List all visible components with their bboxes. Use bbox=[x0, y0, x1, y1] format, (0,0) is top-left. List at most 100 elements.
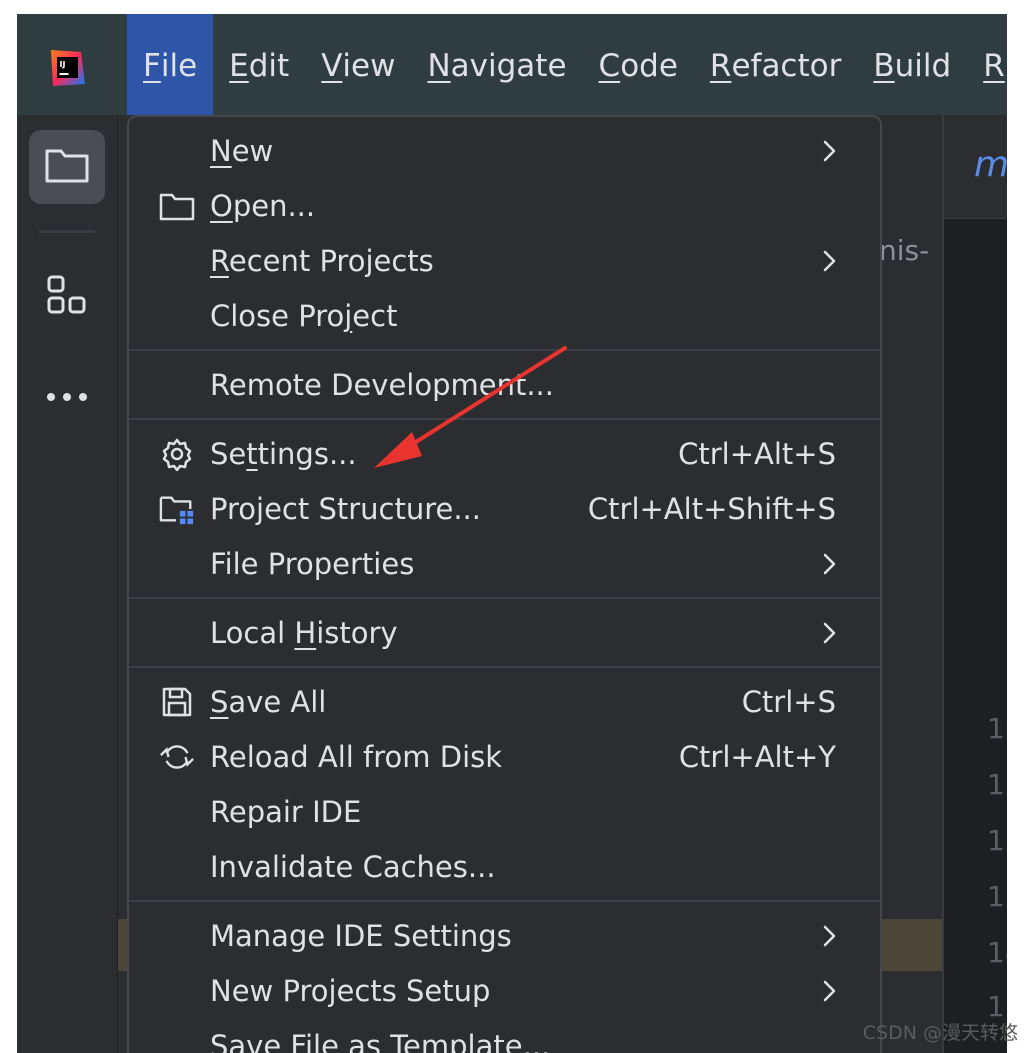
label-mnemonic: N bbox=[210, 133, 232, 168]
menu-item-repair-ide[interactable]: Repair IDE bbox=[129, 784, 880, 839]
tool-window-strip bbox=[17, 115, 118, 1053]
line-number: 14 bbox=[987, 936, 1007, 969]
label-prefix: Se bbox=[210, 436, 247, 471]
label-rest: istory bbox=[316, 615, 398, 650]
menu-navigate[interactable]: Navigate bbox=[411, 14, 582, 115]
menu-label-rest: u bbox=[1005, 48, 1007, 84]
more-dots-icon bbox=[45, 388, 89, 407]
chevron-right-icon bbox=[820, 977, 840, 1003]
menu-item-file-properties[interactable]: File Properties bbox=[129, 536, 880, 591]
folder-icon bbox=[159, 190, 195, 222]
watermark-text: CSDN @漫天转悠 bbox=[862, 1022, 1018, 1044]
more-tools-button[interactable] bbox=[43, 373, 91, 421]
menu-item-local-history[interactable]: Local History bbox=[129, 605, 880, 660]
label-prefix: Project Structure... bbox=[210, 491, 481, 526]
shortcut-label: Ctrl+S bbox=[741, 684, 836, 719]
menu-mnemonic: R bbox=[709, 47, 732, 84]
line-number: 11 bbox=[987, 768, 1007, 801]
menu-ru[interactable]: Ru bbox=[967, 14, 1007, 115]
project-tool-button[interactable] bbox=[29, 130, 105, 204]
menu-item-label: New Projects Setup bbox=[210, 974, 490, 1008]
editor-tab-label[interactable]: m bbox=[974, 144, 1007, 185]
menu-item-label: Settings... bbox=[210, 437, 357, 471]
menu-mnemonic: F bbox=[143, 47, 161, 84]
shortcut-label: Ctrl+Alt+S bbox=[678, 436, 836, 471]
menu-item-project-structure[interactable]: Project Structure... Ctrl+Alt+Shift+S bbox=[129, 481, 880, 536]
label-prefix: Reload All from Disk bbox=[210, 739, 503, 774]
chevron-right-icon bbox=[820, 247, 840, 273]
menu-item-label: Manage IDE Settings bbox=[210, 919, 512, 953]
menu-item-label: Repair IDE bbox=[210, 795, 361, 829]
label-prefix: Invalidate Caches... bbox=[210, 849, 496, 884]
label-prefix: Close Pro bbox=[210, 298, 345, 333]
menu-item-label: Open... bbox=[210, 189, 315, 223]
label-mnemonic: t bbox=[246, 436, 258, 471]
menu-item-save-file-as-template[interactable]: Save File as Template... bbox=[129, 1018, 880, 1053]
menu-build[interactable]: Build bbox=[857, 14, 967, 115]
intellij-logo-icon[interactable]: IJ bbox=[47, 48, 87, 88]
menu-file[interactable]: File bbox=[127, 14, 214, 115]
menu-group: New Open... Recent Projects Close Project bbox=[129, 117, 880, 351]
menu-item-open[interactable]: Open... bbox=[129, 178, 880, 233]
gear-icon bbox=[159, 438, 195, 471]
project-tree-text-fragment: nis- bbox=[879, 234, 930, 267]
label-mnemonic: a bbox=[475, 1028, 494, 1053]
ide-window: IJ File Edit View Navigate Code Refactor Build… bbox=[17, 14, 1007, 1053]
menu-group: Save All Ctrl+S Reload All from Disk Ctrl+A… bbox=[129, 668, 880, 902]
label-prefix: New Projects Setup bbox=[210, 973, 491, 1008]
menu-label-rest: ile bbox=[160, 47, 198, 84]
menu-item-label: Recent Projects bbox=[210, 244, 434, 278]
structure-tool-button[interactable] bbox=[43, 273, 91, 321]
main-menu-bar: IJ File Edit View Navigate Code Refactor Build… bbox=[17, 14, 1007, 115]
label-rest: ecent Projects bbox=[228, 243, 434, 278]
menu-mnemonic: E bbox=[229, 47, 249, 84]
save-icon bbox=[159, 686, 195, 718]
menu-code[interactable]: Code bbox=[583, 14, 694, 115]
chevron-right-icon bbox=[820, 619, 840, 645]
menu-items: FileEditViewNavigateCodeRefactorBuildRu bbox=[127, 14, 1007, 115]
menu-item-new-projects-setup[interactable]: New Projects Setup bbox=[129, 963, 880, 1018]
menu-mnemonic: V bbox=[321, 47, 343, 84]
shortcut-label: Ctrl+Alt+Shift+S bbox=[587, 491, 836, 526]
menu-label-rest: avigate bbox=[450, 47, 567, 84]
label-prefix: File Properties bbox=[210, 546, 415, 581]
chevron-right-icon bbox=[820, 550, 840, 576]
shortcut-label: Ctrl+Alt+Y bbox=[678, 739, 836, 774]
menu-item-label: Reload All from Disk bbox=[210, 740, 502, 774]
menu-item-save-all[interactable]: Save All Ctrl+S bbox=[129, 674, 880, 729]
menu-edit[interactable]: Edit bbox=[213, 14, 305, 115]
menu-item-label: Close Project bbox=[210, 299, 397, 333]
label-rest: pen... bbox=[232, 188, 316, 223]
menu-view[interactable]: View bbox=[305, 14, 411, 115]
menu-item-label: Invalidate Caches... bbox=[210, 850, 496, 884]
label-prefix: Repair IDE bbox=[210, 794, 362, 829]
menu-item-recent-projects[interactable]: Recent Projects bbox=[129, 233, 880, 288]
menu-mnemonic: N bbox=[427, 47, 451, 84]
menu-refactor[interactable]: Refactor bbox=[694, 14, 857, 115]
label-rest: tings... bbox=[257, 436, 357, 471]
tool-strip-divider bbox=[39, 230, 95, 233]
menu-item-new[interactable]: New bbox=[129, 123, 880, 178]
menu-item-label: Project Structure... bbox=[210, 492, 481, 526]
menu-label-rest: ode bbox=[620, 47, 678, 84]
label-prefix: Manage IDE Settings bbox=[210, 918, 512, 953]
label-mnemonic: R bbox=[210, 243, 229, 278]
menu-item-reload-all-from-disk[interactable]: Reload All from Disk Ctrl+Alt+Y bbox=[129, 729, 880, 784]
line-number: 12 bbox=[987, 824, 1007, 857]
label-prefix: Save File as Templ bbox=[210, 1028, 476, 1053]
chevron-right-icon bbox=[820, 137, 840, 163]
file-menu-dropdown: New Open... Recent Projects Close Project Re… bbox=[127, 115, 882, 1053]
menu-group: Manage IDE Settings New Projects Setup Sav… bbox=[129, 902, 880, 1053]
project-structure-icon bbox=[159, 493, 195, 525]
menu-item-invalidate-caches[interactable]: Invalidate Caches... bbox=[129, 839, 880, 894]
menu-item-close-project[interactable]: Close Project bbox=[129, 288, 880, 343]
menu-label-rest: efactor bbox=[731, 47, 842, 84]
menu-label-rest: dit bbox=[248, 47, 290, 84]
menu-item-manage-ide-settings[interactable]: Manage IDE Settings bbox=[129, 908, 880, 963]
label-rest: ew bbox=[231, 133, 274, 168]
menu-mnemonic: B bbox=[873, 47, 895, 84]
line-number: 13 bbox=[987, 880, 1007, 913]
label-rest: te... bbox=[493, 1028, 551, 1053]
menu-group: Local History bbox=[129, 599, 880, 668]
menu-item-label: New bbox=[210, 134, 273, 168]
